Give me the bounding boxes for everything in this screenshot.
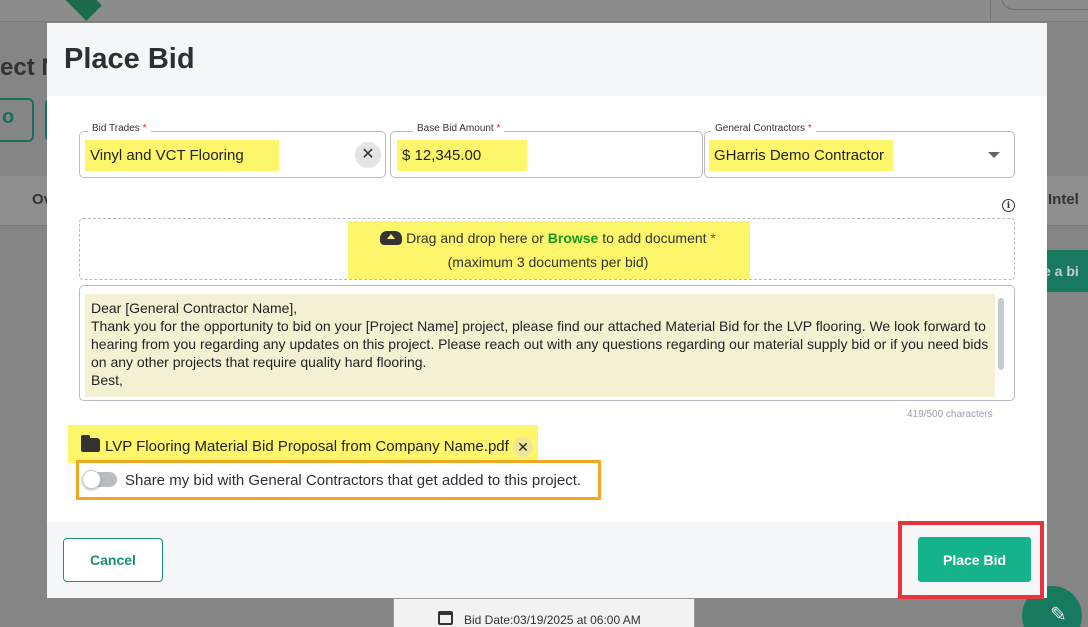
place-bid-modal: Place Bid Bid Trades * Vinyl and VCT Flo… [47, 23, 1047, 599]
attachment-remove-button[interactable]: ✕ [513, 437, 533, 457]
cancel-button[interactable]: Cancel [63, 538, 163, 582]
modal-title: Place Bid [64, 43, 195, 75]
message-text[interactable]: Dear [General Contractor Name], Thank yo… [85, 294, 995, 397]
base-bid-amount-label: Base Bid Amount * [413, 123, 505, 134]
top-nav-bar [0, 0, 1088, 22]
base-bid-amount-input[interactable]: $ 12,345.00 [397, 140, 527, 171]
bg-bid-date: Bid Date:03/19/2025 at 06:00 AM [464, 613, 641, 627]
attachment-file-name: LVP Flooring Material Bid Proposal from … [105, 438, 509, 455]
message-scrollbar[interactable] [998, 298, 1004, 370]
dropzone-instructions: Drag and drop here or Browse to add docu… [80, 230, 1016, 246]
close-icon: ✕ [361, 146, 375, 163]
close-icon: ✕ [517, 439, 529, 455]
document-dropzone[interactable]: Drag and drop here or Browse to add docu… [79, 218, 1015, 280]
general-contractors-label: General Contractors * [711, 123, 816, 134]
bg-tab-intel: Intel [1048, 191, 1079, 208]
bg-action-button: o [0, 98, 34, 142]
chevron-down-icon[interactable] [988, 152, 1000, 158]
share-bid-option: Share my bid with General Contractors th… [76, 460, 601, 500]
cloud-upload-icon [380, 231, 403, 245]
attachment-chip: LVP Flooring Material Bid Proposal from … [68, 425, 538, 463]
browse-link[interactable]: Browse [548, 230, 599, 246]
nav-user-pill [1000, 0, 1088, 10]
folder-icon [81, 435, 100, 452]
share-bid-label: Share my bid with General Contractors th… [125, 472, 582, 489]
modal-footer [47, 522, 1047, 598]
toggle-knob [82, 470, 101, 489]
calendar-icon [438, 611, 453, 625]
edit-icon: ✎ [1050, 604, 1067, 626]
general-contractors-select[interactable]: General Contractors * GHarris Demo Contr… [704, 123, 1015, 178]
message-textarea[interactable]: Dear [General Contractor Name], Thank yo… [79, 285, 1015, 401]
info-icon[interactable]: i [1002, 199, 1015, 212]
bid-trades-clear-button[interactable]: ✕ [355, 142, 381, 168]
place-bid-button[interactable]: Place Bid [918, 537, 1031, 582]
bid-trades-label: Bid Trades * [88, 123, 151, 134]
base-bid-amount-field[interactable]: Base Bid Amount * $ 12,345.00 [390, 123, 703, 178]
character-count: 419/500 characters [907, 409, 993, 420]
bid-trades-value: Vinyl and VCT Flooring [85, 140, 279, 171]
general-contractors-value: GHarris Demo Contractor [709, 140, 893, 171]
nav-divider [990, 0, 991, 22]
dropzone-subtext: (maximum 3 documents per bid) [447, 254, 649, 270]
modal-header: Place Bid [47, 23, 1047, 96]
bid-trades-field[interactable]: Bid Trades * Vinyl and VCT Flooring ✕ [79, 123, 386, 178]
share-bid-toggle[interactable] [82, 470, 117, 489]
